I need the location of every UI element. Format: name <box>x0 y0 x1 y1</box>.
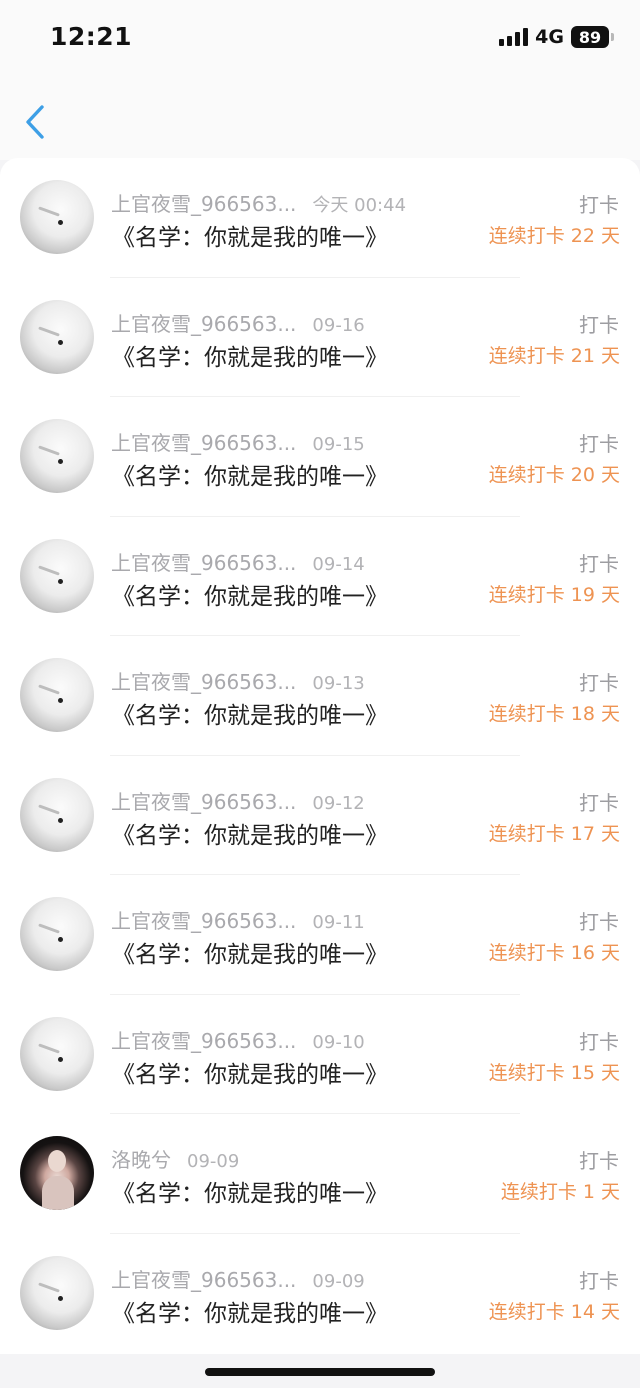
list-item[interactable]: 上官夜雪_966563... 09-12 《名学：你就是我的唯一》 打卡连续打卡 17… <box>0 756 640 875</box>
avatar[interactable] <box>20 538 94 613</box>
list-item[interactable]: 上官夜雪_966563... 09-10 《名学：你就是我的唯一》 打卡连续打卡 15… <box>0 995 640 1114</box>
entry-meta: 上官夜雪_966563... 09-12 <box>111 786 365 815</box>
entry-meta: 上官夜雪_966563... 09-11 <box>111 905 365 934</box>
avatar[interactable] <box>20 777 94 852</box>
entry-time: 09-09 <box>187 1151 240 1172</box>
entry-meta: 上官夜雪_966563... 09-14 <box>111 547 365 576</box>
entry-title: 《名学：你就是我的唯一》 <box>112 703 388 729</box>
status-indicators: 4G 89 <box>499 26 614 48</box>
checkin-list: 上官夜雪_966563... 今天 00:44 《名学：你就是我的唯一》 打卡 连续打卡… <box>0 158 640 1354</box>
checkin-label: 打卡 <box>579 312 619 337</box>
entry-time: 09-11 <box>312 912 365 933</box>
entry-title: 《名学：你就是我的唯一》 <box>112 464 388 490</box>
entry-time: 09-16 <box>312 314 365 336</box>
user-name[interactable]: 上官夜雪_966563... <box>111 905 296 934</box>
avatar[interactable] <box>20 1255 94 1330</box>
entry-title: 《名学：你就是我的唯一》 <box>112 344 388 371</box>
entry-time: 09-12 <box>312 792 365 814</box>
checkin-label: 打卡 <box>579 790 619 815</box>
entry-title: 《名学：你就是我的唯一》 <box>112 1061 388 1088</box>
battery-icon: 89 <box>571 26 614 48</box>
streak-label: 连续打卡 18 天 <box>488 703 620 725</box>
streak-label: 连续打卡 19 天 <box>488 583 620 606</box>
battery-level: 89 <box>571 26 609 48</box>
avatar[interactable] <box>20 658 94 732</box>
checkin-label: 打卡 <box>579 1149 619 1173</box>
streak-label: 连续打卡 15 天 <box>488 1061 620 1084</box>
user-name[interactable]: 上官夜雪_966563... <box>111 1264 296 1293</box>
home-area <box>0 1354 640 1388</box>
list-item[interactable]: 上官夜雪_966563... 09-14 《名学：你就是我的唯一》 打卡连续打卡 19… <box>0 517 640 636</box>
avatar-face <box>48 1150 66 1172</box>
entry-time: 09-10 <box>312 1031 365 1053</box>
list-item[interactable]: 上官夜雪_966563... 09-11 《名学：你就是我的唯一》 打卡连续打卡 16… <box>0 875 640 995</box>
avatar[interactable] <box>20 180 94 254</box>
checkin-label: 打卡 <box>579 432 619 456</box>
entry-time: 09-15 <box>312 434 365 455</box>
avatar[interactable] <box>20 419 94 493</box>
entry-time: 09-14 <box>312 553 365 575</box>
user-name[interactable]: 洛晚兮 <box>111 1144 171 1173</box>
user-name[interactable]: 上官夜雪_966563... <box>111 547 296 576</box>
user-name[interactable]: 上官夜雪_966563... <box>111 1025 296 1054</box>
status-time: 12:21 <box>50 22 133 51</box>
status-bar: 12:21 4G 89 <box>0 0 640 78</box>
streak-label: 连续打卡 21 天 <box>488 344 620 367</box>
user-name[interactable]: 上官夜雪_966563... <box>111 427 296 456</box>
network-type: 4G <box>535 26 564 48</box>
entry-title: 《名学：你就是我的唯一》 <box>112 583 388 610</box>
list-item[interactable]: 上官夜雪_966563... 09-16 《名学：你就是我的唯一》 打卡连续打卡 21… <box>0 278 640 397</box>
user-name[interactable]: 上官夜雪_966563... <box>111 188 296 217</box>
entry-meta: 上官夜雪_966563... 今天 00:44 <box>111 188 406 217</box>
entry-time: 09-09 <box>312 1270 365 1292</box>
entry-meta: 上官夜雪_966563... 09-10 <box>111 1025 365 1054</box>
home-indicator[interactable] <box>205 1368 435 1376</box>
checkin-label: 打卡 <box>579 1268 619 1293</box>
list-item[interactable]: 洛晚兮 09-09 《名学：你就是我的唯一》 打卡连续打卡 1 天 <box>0 1114 640 1234</box>
entry-meta: 上官夜雪_966563... 09-13 <box>111 666 365 695</box>
battery-tip <box>611 33 614 41</box>
streak-label: 连续打卡 14 天 <box>488 1300 620 1323</box>
list-item[interactable]: 上官夜雪_966563... 09-15 《名学：你就是我的唯一》 打卡连续打卡 20… <box>0 397 640 517</box>
entry-title: 《名学：你就是我的唯一》 <box>112 942 388 968</box>
entry-time: 09-13 <box>312 673 365 694</box>
entry-meta: 洛晚兮 09-09 <box>111 1144 239 1173</box>
checkin-label: 打卡 <box>579 671 619 695</box>
avatar-body <box>42 1176 74 1210</box>
streak-label: 连续打卡 16 天 <box>488 942 620 964</box>
streak-label: 连续打卡 22 天 <box>488 225 620 247</box>
checkin-label: 打卡 <box>579 551 619 576</box>
entry-title: 《名学：你就是我的唯一》 <box>112 225 388 251</box>
list-item[interactable]: 上官夜雪_966563... 09-09 《名学：你就是我的唯一》 打卡连续打卡 14… <box>0 1234 640 1354</box>
streak-label: 连续打卡 20 天 <box>488 464 620 486</box>
entry-title: 《名学：你就是我的唯一》 <box>112 822 388 849</box>
chevron-left-icon <box>26 105 44 139</box>
navigation-bar <box>0 78 640 160</box>
user-name[interactable]: 上官夜雪_966563... <box>111 666 296 695</box>
avatar[interactable] <box>20 299 94 374</box>
back-button[interactable] <box>20 102 50 142</box>
user-name[interactable]: 上官夜雪_966563... <box>111 786 296 815</box>
streak-label: 连续打卡 17 天 <box>488 822 620 845</box>
avatar[interactable] <box>20 1136 94 1210</box>
entry-meta: 上官夜雪_966563... 09-16 <box>111 308 365 337</box>
entry-title: 《名学：你就是我的唯一》 <box>112 1181 388 1207</box>
cellular-signal-icon <box>499 28 529 46</box>
checkin-label: 打卡 <box>579 1029 619 1054</box>
streak-label: 连续打卡 1 天 <box>500 1181 620 1203</box>
checkin-label: 打卡 <box>579 193 619 217</box>
list-item[interactable]: 上官夜雪_966563... 今天 00:44 《名学：你就是我的唯一》 打卡连续打卡… <box>0 158 640 278</box>
entry-meta: 上官夜雪_966563... 09-09 <box>111 1264 365 1293</box>
list-item[interactable]: 上官夜雪_966563... 09-13 《名学：你就是我的唯一》 打卡连续打卡 18… <box>0 636 640 756</box>
avatar[interactable] <box>20 1016 94 1091</box>
entry-title: 《名学：你就是我的唯一》 <box>112 1300 388 1327</box>
avatar[interactable] <box>20 897 94 971</box>
entry-time: 今天 00:44 <box>312 195 407 216</box>
user-name[interactable]: 上官夜雪_966563... <box>111 308 296 337</box>
entry-meta: 上官夜雪_966563... 09-15 <box>111 427 365 456</box>
checkin-label: 打卡 <box>579 910 619 934</box>
